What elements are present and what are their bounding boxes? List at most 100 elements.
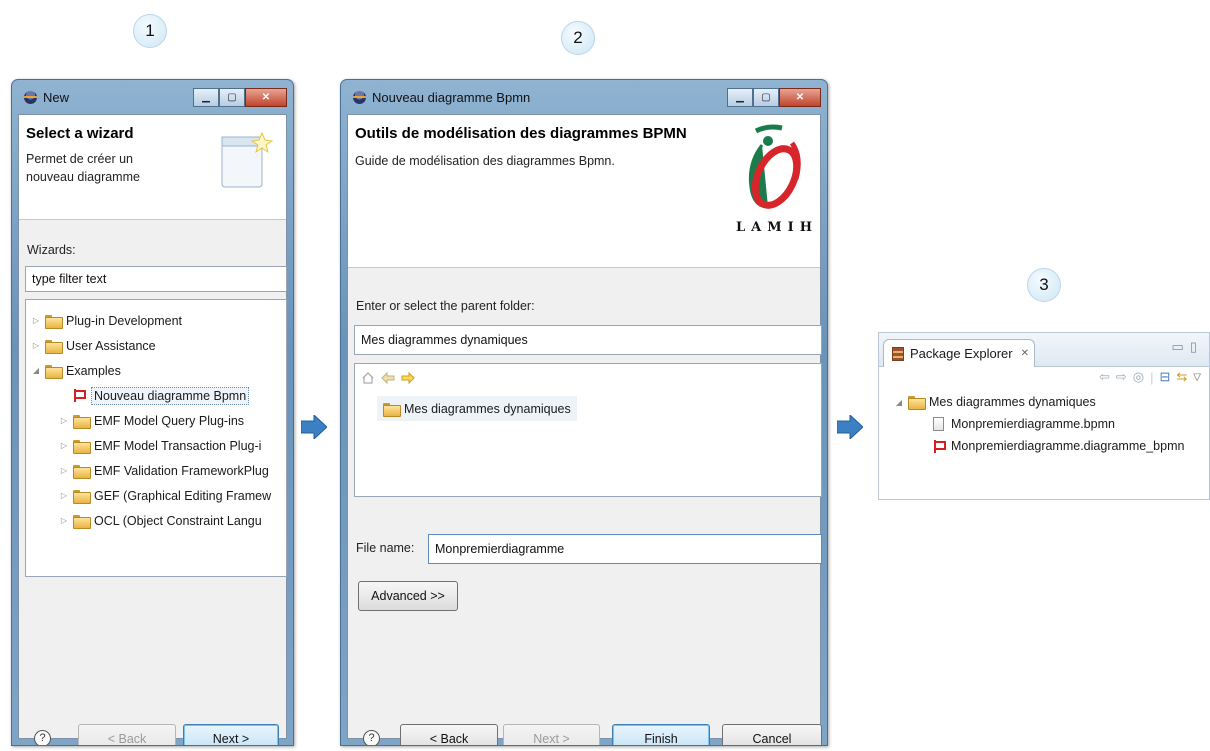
explorer-tree[interactable]: ◢ Mes diagrammes dynamiques Monpremierdiag… [879,391,1209,457]
view-window-controls: ▭▯ [1172,339,1203,355]
tree-item[interactable]: ◢ Examples [26,358,286,383]
minimize-view-icon[interactable]: ▭ [1172,339,1190,354]
tree-item-label: Nouveau diagramme Bpmn [91,386,250,405]
wizards-label: Wizards: [27,243,76,257]
back-icon[interactable]: ⇦ [1099,369,1110,385]
wizard-tree[interactable]: ▷ Plug-in Development ▷ User Assistance ◢ Exa… [25,299,287,577]
tree-toolbar [361,371,415,385]
step-1-badge: 1 [133,14,167,48]
explorer-tree-item[interactable]: ◢ Mes diagrammes dynamiques [893,391,1209,413]
tree-item-label: EMF Model Query Plug-ins [94,413,245,428]
forward-icon[interactable]: ⇨ [1116,369,1127,385]
parent-folder-input[interactable]: Mes diagrammes dynamiques [354,325,822,355]
bpmn-diagram-icon [933,439,946,453]
step-2-badge: 2 [561,21,595,55]
folder-icon [73,489,91,504]
package-explorer-panel: Package Explorer ✕ ▭▯ ⇦ ⇨ ◎ | ⊟ ⇆ ▽ ◢ Mes… [878,332,1210,500]
collapsed-arrow-icon[interactable]: ▷ [58,516,70,525]
new-wizard-window: New ▁ ▢ ✕ Select a wizard Permet de crée… [11,79,294,746]
window-titlebar[interactable]: Nouveau diagramme Bpmn ▁ ▢ ✕ [347,80,821,114]
folder-icon [383,402,401,417]
collapsed-arrow-icon[interactable]: ▷ [30,316,42,325]
tree-item[interactable]: ▷ EMF Model Transaction Plug-i [26,433,286,458]
next-button[interactable]: Next > [503,724,600,745]
folder-icon [73,464,91,479]
eclipse-icon [24,90,37,104]
advanced-button[interactable]: Advanced >> [358,581,458,611]
explorer-tree-item[interactable]: Monpremierdiagramme.bpmn [893,413,1209,435]
folder-icon [908,396,926,410]
help-icon[interactable]: ? [34,730,51,745]
collapsed-arrow-icon[interactable]: ▷ [58,466,70,475]
wizard-header: Outils de modélisation des diagrammes BP… [348,115,820,268]
folder-icon [73,439,91,454]
back-button[interactable]: < Back [400,724,498,745]
file-name-input[interactable]: Monpremierdiagramme [428,534,822,564]
link-with-editor-icon[interactable]: ⇆ [1176,369,1187,385]
logo-text: LAMIH [736,220,814,235]
tree-item-label: Mes diagrammes dynamiques [404,401,571,416]
collapsed-arrow-icon[interactable]: ▷ [58,441,70,450]
tree-item-label: GEF (Graphical Editing Framew [94,488,272,503]
window-titlebar[interactable]: New ▁ ▢ ✕ [18,80,287,114]
tree-item-folder[interactable]: Mes diagrammes dynamiques [377,396,577,421]
forward-arrow-icon[interactable] [401,371,415,385]
tree-item[interactable]: ▷ User Assistance [26,333,286,358]
back-button[interactable]: < Back [78,724,176,745]
toolbar-separator: | [1150,369,1154,385]
wizard-client-area: Select a wizard Permet de créer un nouve… [18,114,287,745]
arrow-right-icon [301,415,327,439]
link-icon[interactable]: ◎ [1133,369,1144,385]
expanded-arrow-icon[interactable]: ◢ [893,398,905,407]
folder-icon [73,414,91,429]
finish-button[interactable]: Finish [612,724,710,745]
home-icon[interactable] [361,371,375,385]
tab-label: Package Explorer [910,346,1013,361]
close-button[interactable]: ✕ [779,87,821,107]
folder-icon [45,339,63,354]
package-explorer-icon [892,346,904,361]
tree-item[interactable]: Nouveau diagramme Bpmn [26,383,286,408]
view-menu-icon[interactable]: ▽ [1193,372,1201,383]
expanded-arrow-icon[interactable]: ◢ [30,366,42,375]
tree-item[interactable]: ▷ EMF Model Query Plug-ins [26,408,286,433]
collapse-all-icon[interactable]: ⊟ [1159,369,1170,385]
folder-tree[interactable]: Mes diagrammes dynamiques [354,363,822,497]
wizard-banner-icon [221,131,274,188]
next-button[interactable]: Next > [183,724,279,745]
view-toolbar: ⇦ ⇨ ◎ | ⊟ ⇆ ▽ [879,367,1209,391]
minimize-button[interactable]: ▁ [193,87,219,107]
back-arrow-icon[interactable] [381,371,395,385]
folder-icon [45,314,63,329]
collapsed-arrow-icon[interactable]: ▷ [58,416,70,425]
arrow-right-icon [837,415,863,439]
folder-icon [73,514,91,529]
tab-package-explorer[interactable]: Package Explorer ✕ [883,339,1035,367]
file-name-label: File name: [356,541,415,555]
tab-close-icon[interactable]: ✕ [1021,348,1029,359]
cancel-button[interactable]: Cancel [722,724,822,745]
bpmn-wizard-window: Nouveau diagramme Bpmn ▁ ▢ ✕ Outils de m… [340,79,828,746]
close-button[interactable]: ✕ [245,87,287,107]
tree-item[interactable]: ▷ EMF Validation FrameworkPlug [26,458,286,483]
maximize-view-icon[interactable]: ▯ [1190,339,1203,354]
explorer-tree-item[interactable]: Monpremierdiagramme.diagramme_bpmn [893,435,1209,457]
wizard-client-area: Outils de modélisation des diagrammes BP… [347,114,822,745]
tree-item-label: Mes diagrammes dynamiques [929,395,1096,409]
tree-item[interactable]: ▷ OCL (Object Constraint Langu [26,508,286,533]
maximize-button[interactable]: ▢ [753,87,779,107]
maximize-button[interactable]: ▢ [219,87,245,107]
tree-item-label: Monpremierdiagramme.bpmn [951,417,1115,431]
collapsed-arrow-icon[interactable]: ▷ [30,341,42,350]
minimize-button[interactable]: ▁ [727,87,753,107]
help-icon[interactable]: ? [363,730,380,745]
filter-input[interactable]: type filter text [25,266,287,292]
collapsed-arrow-icon[interactable]: ▷ [58,491,70,500]
folder-icon [45,364,63,379]
tree-item[interactable]: ▷ Plug-in Development [26,308,286,333]
bpmn-wizard-icon [73,389,86,402]
parent-folder-label: Enter or select the parent folder: [356,299,535,313]
tree-item[interactable]: ▷ GEF (Graphical Editing Framew [26,483,286,508]
window-title: Nouveau diagramme Bpmn [372,89,531,105]
wizard-header: Select a wizard Permet de créer un nouve… [19,115,286,220]
